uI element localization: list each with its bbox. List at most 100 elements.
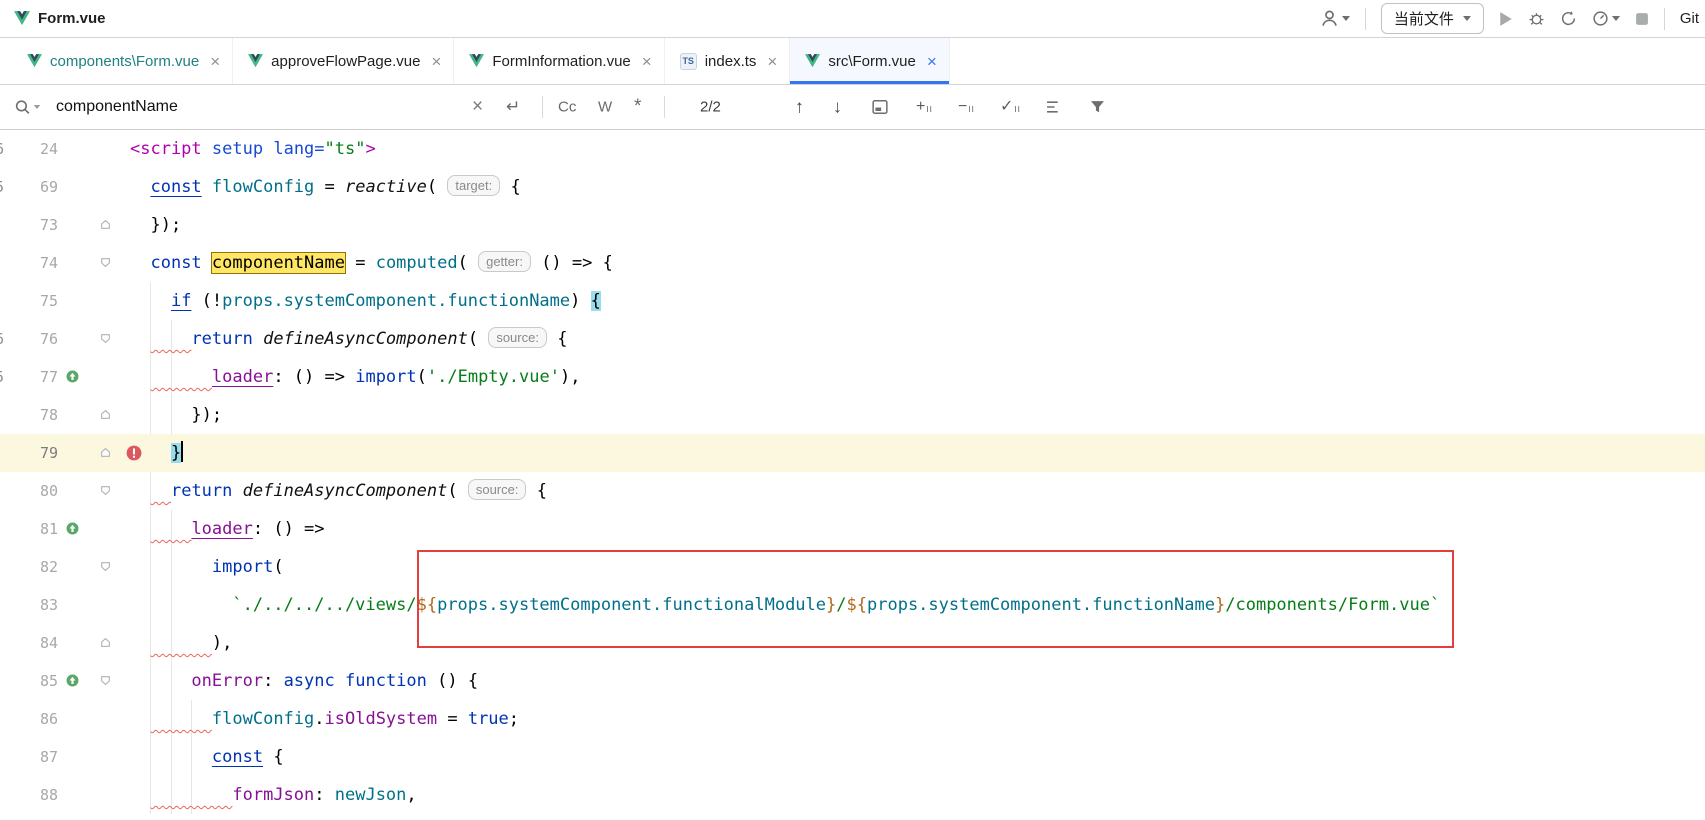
- code-text[interactable]: loader: () => import('./Empty.vue'),: [130, 358, 580, 396]
- fold-marker[interactable]: [100, 637, 111, 648]
- close-icon[interactable]: ×: [642, 53, 652, 70]
- tab-label: approveFlowPage.vue: [271, 53, 420, 70]
- divider: [542, 96, 543, 118]
- select-all-occurrences-icon[interactable]: ✓II: [1000, 99, 1021, 115]
- close-icon[interactable]: ×: [431, 53, 441, 70]
- fold-marker[interactable]: [100, 219, 111, 230]
- find-bar: componentName × ↵ Cc W * 2/2 ↑ ↓ +II −II…: [0, 85, 1705, 130]
- remove-occurrence-icon[interactable]: −II: [958, 99, 975, 115]
- match-case-toggle[interactable]: Cc: [558, 99, 576, 116]
- fold-marker[interactable]: [100, 333, 111, 344]
- fold-marker[interactable]: [100, 561, 111, 572]
- code-line-24: 624<script setup lang="ts">: [0, 130, 1705, 168]
- regex-toggle[interactable]: *: [634, 96, 641, 118]
- tab-approveflowpage-vue[interactable]: approveFlowPage.vue ×: [233, 38, 454, 84]
- search-input[interactable]: componentName: [56, 98, 178, 116]
- tab-components-form-vue[interactable]: components\Form.vue ×: [12, 38, 233, 84]
- gutter: 88: [0, 776, 122, 814]
- fold-marker[interactable]: [100, 257, 111, 268]
- code-line-74: 74 const componentName = computed( gette…: [0, 244, 1705, 282]
- vue-icon: [469, 54, 484, 68]
- window-title: Form.vue: [38, 10, 106, 27]
- vue-icon: [248, 54, 263, 68]
- overrides-gutter-icon[interactable]: [66, 522, 79, 535]
- code-text[interactable]: flowConfig.isOldSystem = true;: [130, 700, 519, 738]
- gutter: 569: [0, 168, 122, 206]
- filter-lines-icon[interactable]: [1046, 100, 1063, 115]
- code-text[interactable]: const flowConfig = reactive( target: {: [130, 168, 521, 206]
- overrides-gutter-icon[interactable]: [66, 370, 79, 383]
- fold-marker[interactable]: [100, 675, 111, 686]
- tab-forminformation-vue[interactable]: FormInformation.vue ×: [454, 38, 664, 84]
- vue-icon: [14, 11, 30, 26]
- gutter: 80: [0, 472, 122, 510]
- add-occurrence-icon[interactable]: +II: [916, 99, 933, 115]
- code-text[interactable]: loader: () =>: [130, 510, 325, 548]
- gutter: 78: [0, 396, 122, 434]
- fold-marker[interactable]: [100, 447, 111, 458]
- tab-label: components\Form.vue: [50, 53, 199, 70]
- gutter: 85: [0, 662, 122, 700]
- fold-marker[interactable]: [100, 485, 111, 496]
- code-text[interactable]: if (!props.systemComponent.functionName)…: [130, 282, 601, 320]
- code-text[interactable]: formJson: newJson,: [130, 776, 417, 814]
- code-line-77: 577 loader: () => import('./Empty.vue'),: [0, 358, 1705, 396]
- code-text[interactable]: });: [130, 206, 181, 244]
- coverage-button[interactable]: [1560, 10, 1577, 27]
- code-text[interactable]: `./../../../views/${props.systemComponen…: [130, 586, 1440, 624]
- chevron-down-icon: [1463, 16, 1471, 21]
- close-icon[interactable]: ×: [210, 53, 220, 70]
- tab-index-ts[interactable]: TSindex.ts×: [665, 38, 791, 84]
- vue-icon: [805, 54, 820, 68]
- vcs-widget[interactable]: Git: [1680, 10, 1699, 27]
- search-icon[interactable]: [14, 99, 41, 116]
- text-caret: [181, 441, 183, 462]
- code-text[interactable]: import(: [130, 548, 284, 586]
- gutter: 81: [0, 510, 122, 548]
- line-number: 75: [0, 282, 58, 320]
- divider: [1664, 8, 1665, 30]
- tab-src-form-vue[interactable]: src\Form.vue×: [790, 38, 949, 84]
- code-text[interactable]: });: [130, 396, 222, 434]
- profiler-button[interactable]: [1592, 10, 1620, 27]
- run-button[interactable]: [1499, 11, 1513, 27]
- tab-label: FormInformation.vue: [492, 53, 630, 70]
- previous-match-button[interactable]: ↑: [795, 97, 804, 118]
- close-icon[interactable]: ×: [927, 53, 937, 70]
- code-text[interactable]: onError: async function () {: [130, 662, 478, 700]
- fold-marker[interactable]: [100, 409, 111, 420]
- code-rows: 624<script setup lang="ts">569 const flo…: [0, 130, 1705, 814]
- code-text[interactable]: return defineAsyncComponent( source: {: [130, 472, 547, 510]
- code-line-84: 84 ),: [0, 624, 1705, 662]
- gutter: 84: [0, 624, 122, 662]
- words-toggle[interactable]: W: [598, 99, 612, 116]
- debug-button[interactable]: [1528, 10, 1545, 27]
- new-line-icon[interactable]: ↵: [506, 97, 520, 117]
- next-match-button[interactable]: ↓: [833, 97, 842, 118]
- chevron-down-icon: [1612, 16, 1620, 21]
- code-text[interactable]: return defineAsyncComponent( source: {: [130, 320, 567, 358]
- code-text[interactable]: <script setup lang="ts">: [130, 130, 376, 168]
- code-text[interactable]: ),: [130, 624, 232, 662]
- open-in-find-window-icon[interactable]: [872, 100, 888, 115]
- code-line-81: 81 loader: () =>: [0, 510, 1705, 548]
- error-icon[interactable]: [126, 445, 142, 461]
- close-icon[interactable]: ×: [767, 53, 777, 70]
- code-with-me-users-icon[interactable]: [1320, 9, 1350, 28]
- code-line-69: 569 const flowConfig = reactive( target:…: [0, 168, 1705, 206]
- run-configuration-selector[interactable]: 当前文件: [1381, 3, 1484, 34]
- divider: [1365, 8, 1366, 30]
- code-line-79: 79 }: [0, 434, 1705, 472]
- filter-icon[interactable]: [1090, 100, 1105, 114]
- line-number: 80: [0, 472, 58, 510]
- title-bar: Form.vue 当前文件 Git: [0, 0, 1705, 38]
- clear-search-icon[interactable]: ×: [472, 96, 483, 118]
- code-text[interactable]: const componentName = computed( getter: …: [130, 244, 613, 282]
- line-number: 82: [0, 548, 58, 586]
- overrides-gutter-icon[interactable]: [66, 674, 79, 687]
- code-line-75: 75 if (!props.systemComponent.functionNa…: [0, 282, 1705, 320]
- code-line-82: 82 import(: [0, 548, 1705, 586]
- code-line-87: 87 const {: [0, 738, 1705, 776]
- stop-button[interactable]: [1635, 12, 1649, 26]
- code-text[interactable]: const {: [130, 738, 284, 776]
